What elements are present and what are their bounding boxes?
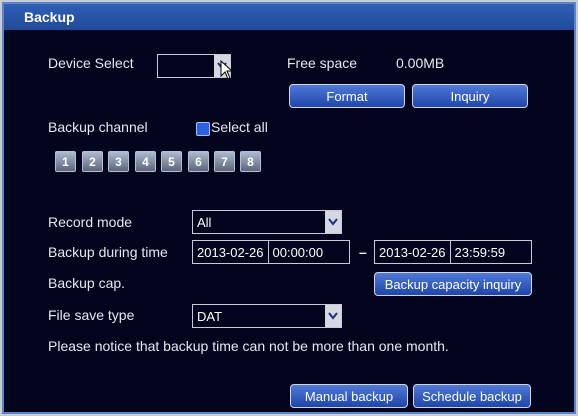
chevron-down-icon[interactable]	[325, 211, 341, 233]
record-mode-value: All	[197, 214, 212, 230]
backup-capacity-inquiry-button[interactable]: Backup capacity inquiry	[374, 272, 532, 296]
start-time-value[interactable]: 00:00:00	[269, 245, 328, 260]
channel-7-button[interactable]: 7	[214, 151, 235, 172]
window-title: Backup	[24, 9, 75, 25]
free-space-label: Free space	[287, 55, 358, 71]
device-select-label: Device Select	[48, 55, 134, 71]
start-date-value[interactable]: 2013-02-26	[193, 241, 269, 263]
inquiry-button[interactable]: Inquiry	[412, 84, 528, 108]
channel-3-button[interactable]: 3	[108, 151, 129, 172]
schedule-backup-button[interactable]: Schedule backup	[413, 384, 531, 408]
free-space-value: 0.00MB	[396, 55, 445, 71]
title-bar: Backup	[4, 4, 574, 30]
select-all-label: Select all	[211, 119, 268, 135]
file-save-type-select[interactable]: DAT	[192, 304, 342, 328]
file-save-type-value: DAT	[197, 308, 223, 324]
channel-4-button[interactable]: 4	[135, 151, 156, 172]
channel-2-button[interactable]: 2	[82, 151, 103, 172]
format-button[interactable]: Format	[289, 84, 405, 108]
record-mode-select[interactable]: All	[192, 210, 342, 234]
channel-5-button[interactable]: 5	[161, 151, 182, 172]
file-save-type-label: File save type	[48, 307, 135, 323]
record-mode-label: Record mode	[48, 214, 133, 230]
chevron-down-icon[interactable]	[325, 305, 341, 327]
backup-channel-label: Backup channel	[48, 119, 148, 135]
channel-8-button[interactable]: 8	[240, 151, 261, 172]
backup-window: Backup Device Select Free space 0.00MB F…	[2, 2, 576, 414]
time-range-separator: –	[359, 244, 367, 260]
end-datetime-field[interactable]: 2013-02-26 23:59:59	[374, 240, 532, 264]
channel-6-button[interactable]: 6	[188, 151, 209, 172]
backup-time-label: Backup during time	[48, 244, 168, 260]
channel-1-button[interactable]: 1	[55, 151, 76, 172]
backup-cap-label: Backup cap.	[48, 275, 126, 291]
end-date-value[interactable]: 2013-02-26	[375, 241, 451, 263]
start-datetime-field[interactable]: 2013-02-26 00:00:00	[192, 240, 350, 264]
mouse-cursor-icon	[220, 60, 234, 80]
select-all-checkbox[interactable]	[196, 122, 210, 136]
end-time-value[interactable]: 23:59:59	[451, 245, 510, 260]
manual-backup-button[interactable]: Manual backup	[290, 384, 408, 408]
backup-time-notice: Please notice that backup time can not b…	[48, 338, 449, 354]
